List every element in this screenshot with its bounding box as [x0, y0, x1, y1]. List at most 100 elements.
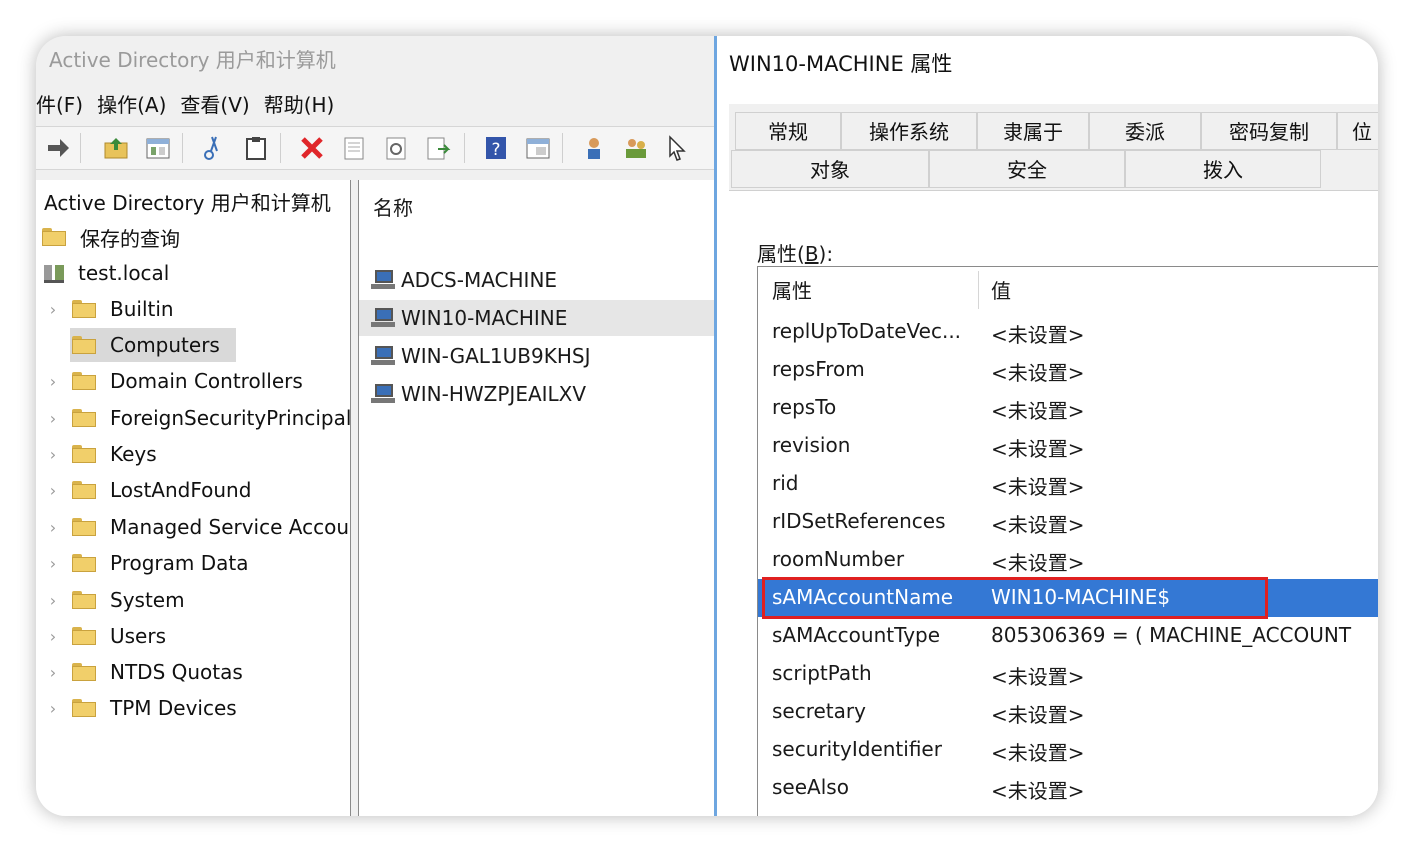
list-item-win10-machine[interactable]: WIN10-MACHINE — [359, 300, 715, 336]
column-header-name[interactable]: 名称 — [373, 192, 413, 221]
chevron-right-icon[interactable]: › — [46, 372, 60, 391]
tree-item-users[interactable]: › Users — [46, 619, 166, 653]
attribute-value: <未设置> — [991, 361, 1085, 385]
table-row[interactable]: sAMAccountType 805306369 = ( MACHINE_ACCO… — [758, 617, 1378, 655]
menu-view[interactable]: 查看(V) — [180, 88, 263, 122]
tree-item-domain-controllers[interactable]: › Domain Controllers — [46, 364, 303, 398]
table-row[interactable]: rid <未设置> — [758, 465, 1378, 503]
list-item-win-hwzpjeailxv[interactable]: WIN-HWZPJEAILXV — [359, 376, 715, 412]
menu-file[interactable]: 件(F) — [36, 88, 97, 122]
cut-icon[interactable] — [200, 134, 228, 162]
folder-icon — [72, 663, 96, 681]
attribute-value: <未设置> — [991, 437, 1085, 461]
tab-security[interactable]: 安全 — [929, 150, 1125, 188]
tab-general[interactable]: 常规 — [735, 112, 841, 150]
tree-item-system[interactable]: › System — [46, 583, 185, 617]
menu-action[interactable]: 操作(A) — [97, 88, 180, 122]
list-item-adcs-machine[interactable]: ADCS-MACHINE — [359, 262, 715, 298]
tree-item-lost-and-found[interactable]: › LostAndFound — [46, 473, 252, 507]
tree-item-label: TPM Devices — [110, 696, 237, 720]
menu-help[interactable]: 帮助(H) — [264, 88, 349, 122]
tab-member-of[interactable]: 隶属于 — [977, 112, 1089, 150]
tree-item-tpm-devices[interactable]: › TPM Devices — [46, 691, 237, 725]
table-row[interactable]: repsFrom <未设置> — [758, 351, 1378, 389]
chevron-right-icon[interactable]: › — [46, 445, 60, 464]
tree-root[interactable]: Active Directory 用户和计算机 — [44, 184, 331, 218]
attribute-name: securityIdentifier — [772, 737, 942, 761]
highlight-box — [762, 577, 1268, 619]
chevron-right-icon[interactable]: › — [46, 409, 60, 428]
table-row-selected[interactable]: sAMAccountName WIN10-MACHINE$ — [758, 577, 1378, 619]
table-row[interactable]: repsTo <未设置> — [758, 389, 1378, 427]
refresh-icon[interactable] — [382, 134, 410, 162]
table-row[interactable]: revision <未设置> — [758, 427, 1378, 465]
chevron-right-icon[interactable]: › — [46, 518, 60, 537]
chevron-right-icon[interactable]: › — [46, 627, 60, 646]
tree-item-foreign-security-principals[interactable]: › ForeignSecurityPrincipals — [46, 401, 350, 435]
chevron-right-icon[interactable]: › — [46, 300, 60, 319]
tree-item-keys[interactable]: › Keys — [46, 437, 157, 471]
attribute-name: scriptPath — [772, 661, 872, 685]
window-title: Active Directory 用户和计算机 — [49, 48, 336, 72]
filter-icon[interactable] — [664, 134, 692, 162]
computer-icon — [371, 307, 395, 329]
attribute-name: secretary — [772, 699, 866, 723]
table-row[interactable]: seeAlso <未设置> — [758, 769, 1378, 807]
forward-arrow-icon[interactable] — [44, 134, 72, 162]
delete-icon[interactable] — [298, 134, 326, 162]
folder-icon — [72, 518, 96, 536]
attributes-table: 属性 值 replUpToDateVec... <未设置> repsFrom <未设… — [757, 266, 1378, 816]
group-icon[interactable] — [622, 134, 650, 162]
tree-item-managed-service-accounts[interactable]: › Managed Service Accounts — [46, 510, 350, 544]
toolbar-separator — [562, 133, 563, 163]
folder-icon — [72, 627, 96, 645]
list-item-label: WIN-GAL1UB9KHSJ — [401, 344, 591, 368]
column-divider[interactable] — [978, 271, 979, 309]
help-icon[interactable]: ? — [482, 134, 510, 162]
folder-icon — [72, 336, 96, 354]
folder-icon — [72, 481, 96, 499]
export-list-icon[interactable] — [424, 134, 452, 162]
list-item-win-gal1ub9khsj[interactable]: WIN-GAL1UB9KHSJ — [359, 338, 715, 374]
table-row[interactable]: scriptPath <未设置> — [758, 655, 1378, 693]
tab-dial-in[interactable]: 拨入 — [1125, 150, 1321, 188]
table-row[interactable]: secretary <未设置> — [758, 693, 1378, 731]
chevron-right-icon[interactable]: › — [46, 481, 60, 500]
chevron-right-icon[interactable]: › — [46, 554, 60, 573]
column-header-value[interactable]: 值 — [991, 275, 1011, 304]
table-row[interactable]: replUpToDateVec... <未设置> — [758, 313, 1378, 351]
properties-icon[interactable] — [144, 134, 172, 162]
aduc-window: Active Directory 用户和计算机 件(F) 操作(A) 查看(V)… — [36, 36, 715, 816]
tab-delegation[interactable]: 委派 — [1089, 112, 1201, 150]
console-icon[interactable] — [524, 134, 552, 162]
tree-item-label: Keys — [110, 442, 157, 466]
tree-item-ntds-quotas[interactable]: › NTDS Quotas — [46, 655, 243, 689]
tree-item-program-data[interactable]: › Program Data — [46, 546, 249, 580]
tab-object[interactable]: 对象 — [731, 150, 929, 188]
folder-icon — [72, 445, 96, 463]
export-icon[interactable] — [340, 134, 368, 162]
tab-location[interactable]: 位 — [1337, 112, 1378, 150]
tree-item-computers[interactable]: Computers — [70, 328, 236, 362]
tree-pane: Active Directory 用户和计算机 保存的查询 test.local… — [36, 180, 351, 816]
table-header: 属性 值 — [758, 267, 1378, 313]
tree-item-builtin[interactable]: › Builtin — [46, 292, 174, 326]
users-icon[interactable] — [580, 134, 608, 162]
attributes-label-text: 属性( — [757, 242, 805, 266]
table-row[interactable]: securityIdentifier <未设置> — [758, 731, 1378, 769]
tab-operating-system[interactable]: 操作系统 — [841, 112, 977, 150]
tree-item-domain[interactable]: test.local — [42, 256, 169, 290]
clipboard-icon[interactable] — [242, 134, 270, 162]
attribute-name: rid — [772, 471, 799, 495]
up-folder-icon[interactable] — [102, 134, 130, 162]
tree-item-label: NTDS Quotas — [110, 660, 243, 684]
chevron-right-icon[interactable]: › — [46, 663, 60, 682]
chevron-right-icon[interactable]: › — [46, 591, 60, 610]
table-row[interactable]: roomNumber <未设置> — [758, 541, 1378, 579]
chevron-right-icon[interactable]: › — [46, 699, 60, 718]
attribute-name: repsTo — [772, 395, 837, 419]
tab-password-replication[interactable]: 密码复制 — [1201, 112, 1337, 150]
column-header-attribute[interactable]: 属性 — [772, 275, 812, 304]
tree-item-saved-queries[interactable]: 保存的查询 — [42, 220, 180, 254]
table-row[interactable]: rIDSetReferences <未设置> — [758, 503, 1378, 541]
